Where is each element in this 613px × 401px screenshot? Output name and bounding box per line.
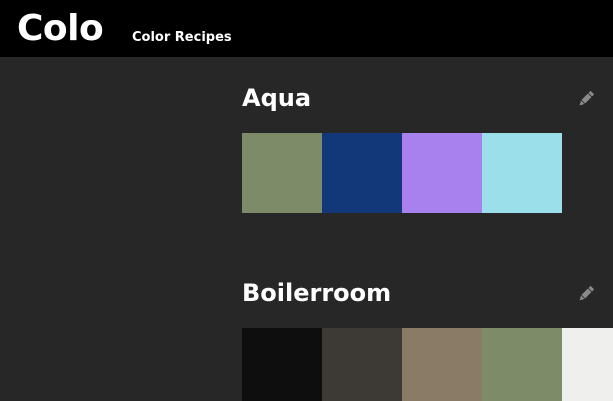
color-swatch[interactable] [242,328,322,401]
edit-recipe-button[interactable] [576,89,596,109]
swatch-row [242,133,562,213]
swatch-row [242,328,613,401]
color-swatch[interactable] [242,133,322,213]
recipe-card: Aqua [242,83,613,213]
color-swatch[interactable] [482,133,562,213]
color-swatch[interactable] [482,328,562,401]
edit-recipe-button[interactable] [576,284,596,304]
nav-color-recipes[interactable]: Color Recipes [132,30,232,46]
pencil-icon [579,90,595,106]
color-swatch[interactable] [562,328,613,401]
recipe-card: Boilerroom [242,278,613,401]
color-swatch[interactable] [402,133,482,213]
top-bar: Colo Color Recipes [0,0,613,57]
color-swatch[interactable] [402,328,482,401]
pencil-icon [579,285,595,301]
recipe-title: Boilerroom [242,279,392,307]
logo[interactable]: Colo [17,6,104,52]
color-swatch[interactable] [322,133,402,213]
recipe-title: Aqua [242,84,312,112]
color-swatch[interactable] [322,328,402,401]
